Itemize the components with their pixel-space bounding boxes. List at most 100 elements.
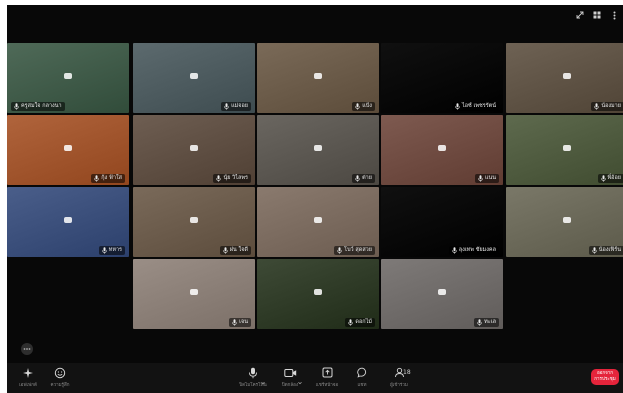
microphone-icon [594, 103, 600, 110]
participant-tile[interactable]: กุ้ง ฟ้าใส [7, 115, 129, 185]
camera-button[interactable]: ปิดกล้อง [272, 366, 308, 390]
participant-name: ทหาร [108, 247, 122, 253]
participant-tile[interactable]: แม่จอย [133, 43, 255, 113]
participant-name: เจน [239, 319, 248, 325]
participant-name: ทะเล [484, 319, 496, 325]
participant-tile[interactable]: โบว์ สุดสวย [257, 187, 379, 257]
camera-label: ปิดกล้อง [281, 383, 299, 388]
participant-name-tag: แป้ง [352, 102, 375, 111]
participant-tile[interactable]: ต่าย [257, 115, 379, 185]
participant-name: น้องมาย [601, 103, 621, 109]
participant-tile[interactable]: พี่อ้อย [506, 115, 623, 185]
share-screen-label: แชร์หน้าจอ [315, 383, 339, 388]
participant-tile[interactable]: ครูสมใจ กลางนา [7, 43, 129, 113]
participant-tile[interactable]: ทะเล [381, 259, 503, 329]
share-screen-button[interactable]: แชร์หน้าจอ [309, 366, 345, 390]
participant-name: แม่จอย [231, 103, 248, 109]
participant-name: นุ้ย วิไลพร [223, 175, 248, 181]
microphone-icon [477, 319, 482, 326]
participant-name-tag: กุ้ง ฟ้าใส [91, 174, 125, 183]
chat-icon [355, 366, 369, 379]
face-blur-mark [438, 289, 446, 295]
more-options-icon[interactable] [609, 10, 619, 20]
participant-name-tag: น้องมาย [591, 102, 623, 111]
participant-tile[interactable]: ฝน ใจดี [133, 187, 255, 257]
chat-bubble-icon[interactable] [20, 341, 34, 355]
video-camera-icon [283, 366, 297, 379]
leave-meeting-button[interactable]: ออกจาก การประชุม [591, 369, 619, 385]
face-blur-mark [563, 145, 571, 151]
participant-tile[interactable]: ทหาร [7, 187, 129, 257]
microphone-icon [216, 175, 222, 182]
face-blur-mark [64, 145, 72, 151]
face-blur-mark [314, 289, 322, 295]
meeting-window: ครูสมใจ กลางนา แม่จอย แป้ง ไอซ์ เพชรรัตน์ น้… [7, 5, 623, 393]
participant-tile[interactable]: ดอกไม้ [257, 259, 379, 329]
participant-name-tag: ครูสมใจ กลางนา [11, 102, 65, 111]
reactions-button[interactable]: ความรู้สึก [42, 366, 78, 390]
participant-name: ไอซ์ เพชรรัตน์ [461, 103, 496, 109]
microphone-icon [94, 175, 99, 182]
participant-name: ลุงเทพ ชัยมงคล [458, 247, 496, 253]
chat-label: แชท [357, 383, 367, 388]
top-controls [575, 8, 619, 22]
leave-label-line2: การประชุม [594, 377, 616, 382]
face-blur-mark [438, 145, 446, 151]
participants-button[interactable]: 18 ผู้เข้าร่วม [381, 366, 417, 390]
face-blur-mark [190, 289, 198, 295]
video-grid: ครูสมใจ กลางนา แม่จอย แป้ง ไอซ์ เพชรรัตน์ น้… [7, 43, 623, 335]
participant-name: ต่าย [362, 175, 372, 181]
participant-name-tag: ทะเล [474, 318, 499, 327]
participant-name-tag: น้องเฟิร์น [588, 246, 623, 255]
participant-tile[interactable]: แป้ง [257, 43, 379, 113]
microphone-icon [102, 247, 107, 254]
chat-button[interactable]: แชท [344, 366, 380, 390]
microphone-icon [232, 319, 237, 326]
participant-name: แป้ง [362, 103, 372, 109]
participant-name-tag: แม่จอย [221, 102, 251, 111]
microphone-icon [478, 175, 483, 182]
microphone-icon [224, 103, 229, 110]
participant-name-tag: ลุงเทพ ชัยมงคล [448, 246, 499, 255]
face-blur-mark [64, 217, 72, 223]
participant-tile[interactable]: น้องเฟิร์น [506, 187, 623, 257]
effects-button[interactable]: เอฟเฟกต์ [10, 366, 46, 390]
participant-name-tag: ต่าย [352, 174, 375, 183]
face-blur-mark [563, 73, 571, 79]
participant-name: กุ้ง ฟ้าใส [101, 175, 122, 181]
face-blur-mark [64, 73, 72, 79]
participant-tile[interactable]: เจน [133, 259, 255, 329]
microphone-options-caret-icon[interactable] [261, 370, 265, 385]
microphone-icon [355, 175, 360, 182]
reactions-label: ความรู้สึก [50, 383, 70, 388]
grid-view-icon[interactable] [592, 10, 602, 20]
participant-tile[interactable]: ลุงเทพ ชัยมงคล [381, 187, 503, 257]
participant-name: พี่อ้อย [607, 175, 621, 181]
microphone-button[interactable]: ปิดไมโครโฟน [235, 366, 271, 390]
participant-name-tag: ทหาร [98, 246, 125, 255]
participant-tile[interactable]: แนน [381, 115, 503, 185]
microphone-icon [246, 366, 260, 379]
face-blur-mark [563, 217, 571, 223]
face-blur-mark [190, 73, 198, 79]
participant-name-tag: นุ้ย วิไลพร [213, 174, 251, 183]
microphone-icon [452, 247, 457, 254]
microphone-icon [14, 103, 19, 110]
participant-name-tag: ไอซ์ เพชรรัตน์ [451, 102, 499, 111]
microphone-icon [223, 247, 228, 254]
participant-tile[interactable]: นุ้ย วิไลพร [133, 115, 255, 185]
share-screen-icon [320, 366, 334, 379]
camera-options-caret-icon[interactable] [298, 370, 302, 385]
participant-tile[interactable]: ไอซ์ เพชรรัตน์ [381, 43, 503, 113]
microphone-icon [455, 103, 460, 110]
participant-tile[interactable]: น้องมาย [506, 43, 623, 113]
effects-label: เอฟเฟกต์ [19, 383, 37, 388]
participant-name-tag: โบว์ สุดสวย [334, 246, 375, 255]
participant-name-tag: ดอกไม้ [345, 318, 375, 327]
participants-label: ผู้เข้าร่วม [390, 383, 408, 388]
participant-name: น้องเฟิร์น [598, 247, 621, 253]
microphone-icon [337, 247, 342, 254]
expand-icon[interactable] [575, 10, 585, 20]
participant-name: ครูสมใจ กลางนา [21, 103, 62, 109]
face-blur-mark [190, 145, 198, 151]
